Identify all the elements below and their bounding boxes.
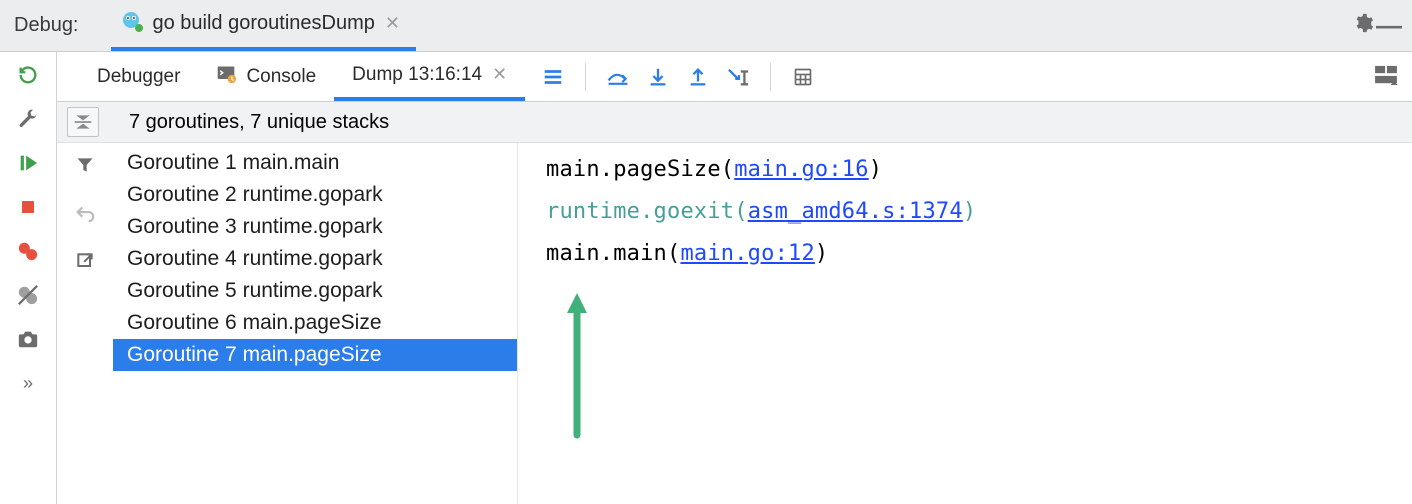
separator bbox=[585, 63, 586, 91]
stack-frame-prefix: runtime.goexit( bbox=[546, 199, 748, 224]
run-config-tab[interactable]: go build goroutinesDump ✕ bbox=[111, 1, 416, 51]
camera-icon[interactable] bbox=[15, 326, 41, 352]
goroutine-row[interactable]: Goroutine 7 main.pageSize bbox=[113, 339, 517, 371]
tab-debugger-label: Debugger bbox=[97, 66, 180, 88]
goroutine-side-icons bbox=[57, 143, 113, 504]
list-icon[interactable] bbox=[541, 65, 565, 89]
mute-breakpoints-icon[interactable] bbox=[15, 282, 41, 308]
stack-frame-prefix: main.pageSize( bbox=[546, 157, 734, 182]
run-config-name: go build goroutinesDump bbox=[153, 12, 375, 35]
step-out-icon[interactable] bbox=[686, 65, 710, 89]
more-icon[interactable]: » bbox=[15, 370, 41, 396]
tab-dump[interactable]: Dump 13:16:14 ✕ bbox=[334, 52, 525, 101]
tab-console[interactable]: Console bbox=[198, 52, 334, 101]
collapse-all-icon[interactable] bbox=[67, 107, 99, 137]
tab-debugger[interactable]: Debugger bbox=[79, 52, 198, 101]
step-over-icon[interactable] bbox=[606, 65, 630, 89]
minimize-icon[interactable]: — bbox=[1376, 10, 1402, 41]
close-icon[interactable]: ✕ bbox=[492, 64, 507, 85]
go-gopher-icon bbox=[119, 9, 143, 39]
goroutine-row[interactable]: Goroutine 5 runtime.gopark bbox=[113, 275, 517, 307]
goroutine-row[interactable]: Goroutine 1 main.main bbox=[113, 147, 517, 179]
stack-frame: main.pageSize(main.go:16) bbox=[546, 149, 1412, 191]
terminal-icon bbox=[216, 64, 236, 90]
view-breakpoints-icon[interactable] bbox=[15, 238, 41, 264]
source-link[interactable]: main.go:12 bbox=[680, 241, 814, 266]
tab-console-label: Console bbox=[246, 66, 316, 88]
run-to-cursor-icon[interactable] bbox=[726, 65, 750, 89]
stack-frame-suffix: ) bbox=[963, 199, 976, 224]
source-link[interactable]: main.go:16 bbox=[734, 157, 868, 182]
step-controls bbox=[525, 63, 815, 91]
goroutine-row[interactable]: Goroutine 6 main.pageSize bbox=[113, 307, 517, 339]
debugger-left-rail: » bbox=[0, 52, 57, 504]
close-icon[interactable]: ✕ bbox=[385, 13, 400, 34]
export-icon[interactable] bbox=[73, 249, 97, 273]
debug-body: » Debugger Console Dump 13:16:14 ✕ bbox=[0, 52, 1412, 504]
debug-panel-label: Debug: bbox=[14, 14, 111, 37]
source-link[interactable]: asm_amd64.s:1374 bbox=[748, 199, 963, 224]
wrench-icon[interactable] bbox=[15, 106, 41, 132]
debug-header: Debug: go build goroutinesDump ✕ — bbox=[0, 0, 1412, 52]
stack-trace-pane: main.pageSize(main.go:16)runtime.goexit(… bbox=[518, 143, 1412, 504]
gear-icon[interactable] bbox=[1350, 12, 1376, 40]
stack-frame-suffix: ) bbox=[815, 241, 828, 266]
dump-content: Goroutine 1 main.mainGoroutine 2 runtime… bbox=[57, 143, 1412, 504]
resume-icon[interactable] bbox=[15, 150, 41, 176]
goroutine-list: Goroutine 1 main.mainGoroutine 2 runtime… bbox=[113, 143, 517, 504]
stop-icon[interactable] bbox=[15, 194, 41, 220]
goroutine-row[interactable]: Goroutine 4 runtime.gopark bbox=[113, 243, 517, 275]
layout-settings-icon[interactable] bbox=[1374, 65, 1398, 89]
evaluate-icon[interactable] bbox=[791, 65, 815, 89]
step-into-icon[interactable] bbox=[646, 65, 670, 89]
stack-frame-suffix: ) bbox=[869, 157, 882, 182]
separator bbox=[770, 63, 771, 91]
tab-dump-label: Dump 13:16:14 bbox=[352, 64, 482, 86]
rerun-icon[interactable] bbox=[15, 62, 41, 88]
filter-icon[interactable] bbox=[73, 153, 97, 177]
inner-tabbar: Debugger Console Dump 13:16:14 ✕ bbox=[57, 52, 1412, 102]
splitter[interactable] bbox=[517, 143, 518, 504]
stack-frame: main.main(main.go:12) bbox=[546, 233, 1412, 275]
goroutine-summary-bar: 7 goroutines, 7 unique stacks bbox=[57, 102, 1412, 143]
goroutine-row[interactable]: Goroutine 3 runtime.gopark bbox=[113, 211, 517, 243]
stack-frame: runtime.goexit(asm_amd64.s:1374) bbox=[546, 191, 1412, 233]
debug-right-pane: Debugger Console Dump 13:16:14 ✕ bbox=[57, 52, 1412, 504]
stack-frame-prefix: main.main( bbox=[546, 241, 680, 266]
goroutine-row[interactable]: Goroutine 2 runtime.gopark bbox=[113, 179, 517, 211]
goroutine-summary-text: 7 goroutines, 7 unique stacks bbox=[99, 111, 389, 134]
undo-icon[interactable] bbox=[73, 201, 97, 225]
